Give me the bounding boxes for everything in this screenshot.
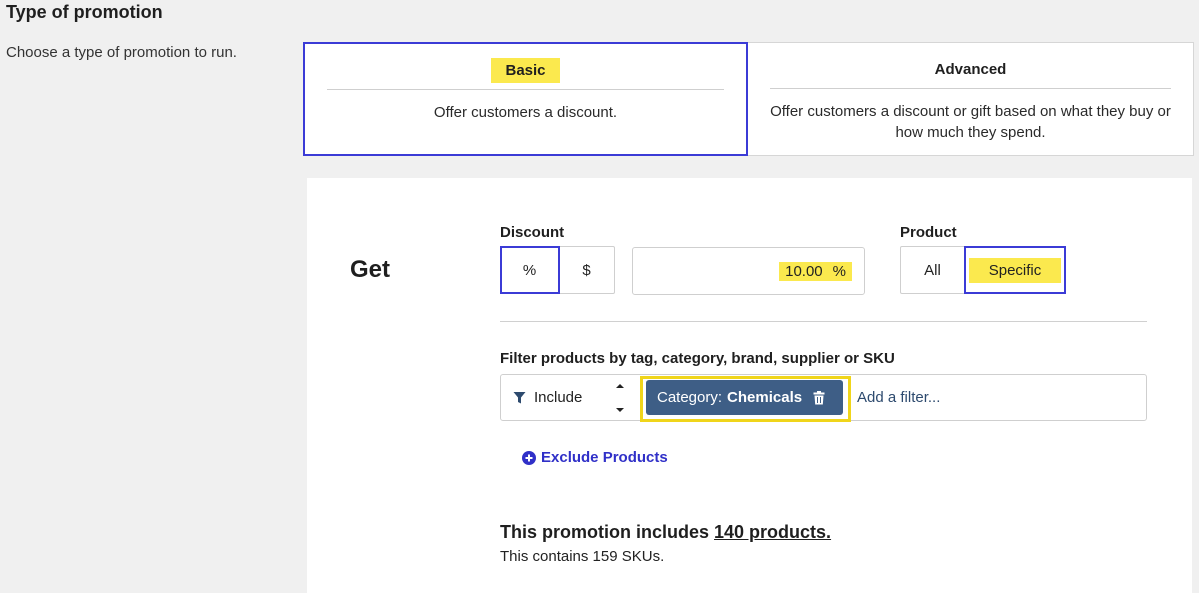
type-card-title: Basic [491,58,560,83]
discount-label: Discount [500,224,565,241]
discount-amount-highlight: 10.00 % [779,261,852,281]
divider [327,89,724,90]
tag-key: Category: [657,389,723,406]
type-card-description: Offer customers a discount. [433,104,618,121]
filter-tag-category[interactable]: Category: Chemicals [646,380,843,415]
caret-down-icon [616,408,624,412]
sku-count: This contains 159 SKUs. [500,548,665,565]
include-stepper[interactable] [613,383,627,413]
promotion-summary: This promotion includes 140 products. [500,522,831,543]
include-select[interactable]: Include [513,375,582,420]
discount-amount-input[interactable]: 10.00 % [632,247,865,295]
dollar-button[interactable]: $ [559,247,614,293]
exclude-products-link[interactable]: Exclude Products [522,449,668,466]
filter-label: Filter products by tag, category, brand,… [500,350,895,367]
include-label: Include [534,389,583,406]
trash-icon[interactable] [813,390,825,405]
get-heading: Get [350,256,391,283]
type-card-advanced[interactable]: Advanced Offer customers a discount or g… [748,42,1194,156]
plus-circle-icon [522,450,536,465]
product-label: Product [900,224,957,241]
caret-up-icon [616,384,624,388]
type-card-basic[interactable]: Basic Offer customers a discount. [303,42,748,156]
summary-text: This promotion includes [500,522,715,542]
all-products-button[interactable]: All [901,247,965,293]
type-card-description: Offer customers a discount or gift based… [770,103,1171,141]
specific-label: Specific [968,257,1062,283]
section-description: Choose a type of promotion to run. [6,44,237,61]
divider [770,88,1171,89]
discount-unit: % [832,262,846,280]
percent-button[interactable]: % [500,246,560,294]
specific-products-button[interactable]: Specific [964,246,1066,294]
filter-icon [513,391,526,403]
exclude-products-label: Exclude Products [541,449,668,466]
get-panel: Get Discount % $ 10.00 % Product All Spe… [307,178,1192,593]
type-card-title: Advanced [934,61,1007,78]
discount-amount-value: 10.00 [785,262,823,280]
section-title: Type of promotion [6,2,163,22]
promotion-type-selector: Basic Offer customers a discount. Advanc… [303,42,1194,156]
products-count-link[interactable]: 140 products. [714,522,831,542]
divider [500,321,1147,322]
product-scope-toggle: All Specific [900,246,1066,294]
add-filter-input[interactable] [857,389,1137,406]
discount-type-toggle: % $ [500,246,615,294]
tag-value: Chemicals [727,389,803,406]
